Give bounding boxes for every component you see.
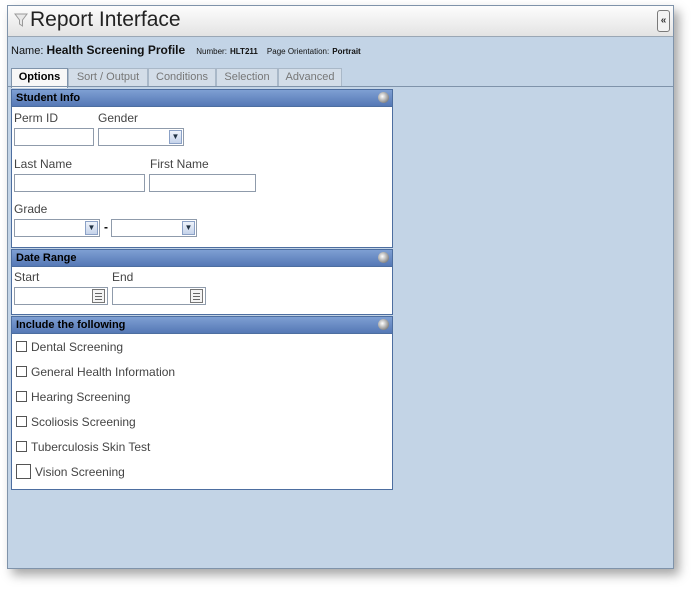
chevron-down-icon[interactable]: ▼ (85, 221, 98, 235)
last-name-label: Last Name (14, 157, 73, 171)
first-name-input[interactable] (149, 174, 256, 192)
grade-label: Grade (14, 202, 48, 216)
include-item-scoliosis-screening[interactable]: Scoliosis Screening (16, 415, 136, 431)
include-title: Include the following (16, 319, 126, 331)
first-name-label: First Name (150, 157, 209, 171)
report-number: HLT211 (229, 47, 258, 56)
include-header[interactable]: Include the following (12, 317, 392, 334)
tab-conditions[interactable]: Conditions (148, 68, 216, 86)
number-label: Number: (196, 47, 227, 56)
double-chevron-left-icon: « (660, 15, 667, 26)
start-date-input[interactable] (14, 287, 108, 305)
gender-select[interactable]: ▼ (98, 128, 184, 146)
date-range-title: Date Range (16, 252, 77, 264)
calendar-icon[interactable] (92, 289, 105, 303)
date-range-header[interactable]: Date Range (12, 250, 392, 267)
checkbox-label: Tuberculosis Skin Test (31, 440, 151, 454)
checkbox[interactable] (16, 391, 27, 403)
window-title: Report Interface (30, 8, 181, 31)
checkbox-label: General Health Information (31, 365, 176, 379)
checkbox[interactable] (16, 341, 27, 353)
include-item-dental-screening[interactable]: Dental Screening (16, 340, 123, 356)
student-info-header[interactable]: Student Info (12, 90, 392, 107)
end-date-input[interactable] (112, 287, 206, 305)
report-interface-window: Report Interface « Name: Health Screenin… (7, 5, 674, 569)
checkbox[interactable] (16, 366, 27, 378)
start-label: Start (14, 270, 40, 284)
chevron-down-icon[interactable]: ▼ (169, 130, 182, 144)
checkbox[interactable] (16, 416, 27, 428)
checkbox[interactable] (16, 441, 27, 453)
chevron-down-icon[interactable]: ▼ (182, 221, 195, 235)
report-name: Health Screening Profile (46, 43, 186, 57)
grade-to-select[interactable]: ▼ (111, 219, 197, 237)
perm-id-input[interactable] (14, 128, 94, 146)
name-label: Name: (11, 45, 44, 57)
report-name-bar: Name: Health Screening Profile Number: H… (11, 43, 367, 57)
page-orientation: Portrait (332, 47, 361, 56)
student-info-title: Student Info (16, 92, 81, 104)
last-name-input[interactable] (14, 174, 145, 192)
checkbox-label: Scoliosis Screening (31, 415, 136, 429)
panel-toggle-icon[interactable] (378, 252, 389, 263)
grade-range-separator: - (104, 220, 108, 234)
gender-label: Gender (98, 111, 139, 125)
include-item-hearing-screening[interactable]: Hearing Screening (16, 390, 130, 406)
panel-toggle-icon[interactable] (378, 92, 389, 103)
tab-options[interactable]: Options (11, 68, 68, 88)
title-bar: Report Interface « (8, 6, 673, 37)
perm-id-label: Perm ID (14, 111, 59, 125)
checkbox[interactable] (16, 464, 31, 480)
student-info-panel: Student Info Perm ID Gender ▼ Last Name … (11, 89, 393, 248)
panel-toggle-icon[interactable] (378, 319, 389, 330)
include-item-vision-screening[interactable]: Vision Screening (16, 464, 125, 481)
checkbox-label: Vision Screening (35, 465, 125, 479)
checkbox-label: Dental Screening (31, 340, 124, 354)
tab-divider (8, 86, 673, 87)
include-item-tuberculosis-skin-test[interactable]: Tuberculosis Skin Test (16, 440, 150, 456)
grade-from-select[interactable]: ▼ (14, 219, 100, 237)
tab-selection[interactable]: Selection (216, 68, 278, 86)
checkbox-label: Hearing Screening (31, 390, 131, 404)
collapse-button[interactable]: « (657, 10, 670, 32)
funnel-icon (14, 13, 28, 27)
end-label: End (112, 270, 134, 284)
date-range-panel: Date Range Start End (11, 249, 393, 315)
tab-sort-output[interactable]: Sort / Output (68, 68, 148, 86)
tab-advanced[interactable]: Advanced (278, 68, 342, 86)
include-item-general-health[interactable]: General Health Information (16, 365, 175, 381)
calendar-icon[interactable] (190, 289, 203, 303)
include-panel: Include the following Dental Screening G… (11, 316, 393, 490)
orientation-label: Page Orientation: (266, 47, 330, 56)
